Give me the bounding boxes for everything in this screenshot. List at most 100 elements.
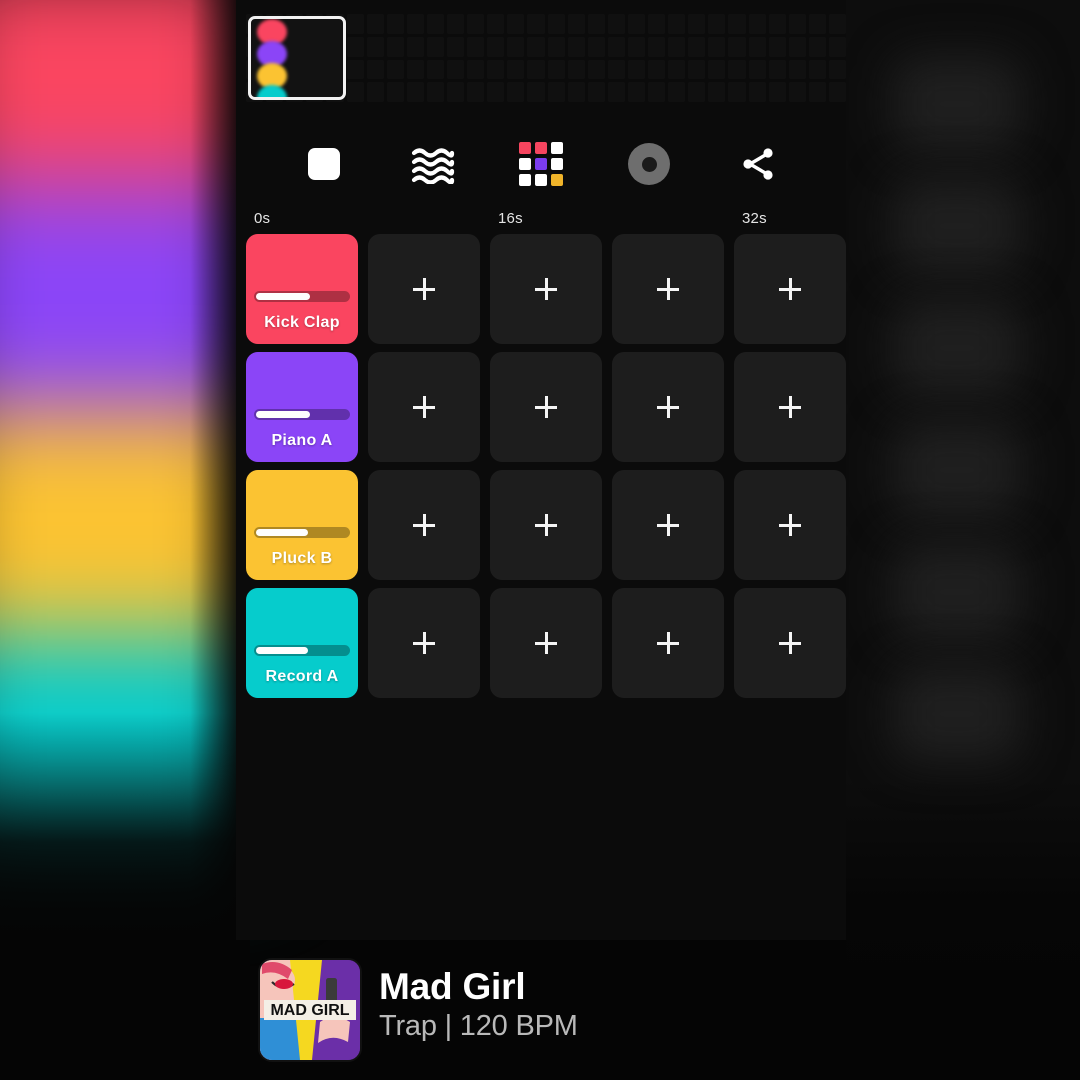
minimap-cell bbox=[748, 82, 766, 102]
song-title: Mad Girl bbox=[379, 966, 526, 1007]
minimap-cell bbox=[467, 14, 485, 34]
add-loop-cell[interactable] bbox=[734, 470, 846, 580]
add-loop-cell[interactable] bbox=[612, 588, 724, 698]
minimap-cell bbox=[748, 14, 766, 34]
grid-pad-square bbox=[518, 142, 531, 154]
minimap-cell bbox=[607, 36, 625, 57]
minimap-cell bbox=[406, 36, 424, 57]
loop-tile[interactable]: Piano A bbox=[246, 352, 358, 462]
minimap-cell bbox=[346, 36, 364, 57]
add-loop-cell[interactable] bbox=[612, 470, 724, 580]
loop-progress-fill bbox=[256, 411, 310, 418]
ruler-tick: 16s bbox=[498, 210, 523, 227]
minimap-cell bbox=[447, 82, 465, 102]
minimap-cell bbox=[366, 14, 384, 34]
loop-label: Record A bbox=[265, 668, 339, 685]
minimap-cell bbox=[386, 36, 404, 57]
add-loop-cell[interactable] bbox=[490, 470, 602, 580]
loop-progress-bar[interactable] bbox=[254, 291, 350, 302]
add-loop-cell[interactable] bbox=[734, 234, 846, 344]
minimap-cell bbox=[467, 59, 485, 80]
timeline-minimap[interactable] bbox=[236, 0, 846, 118]
add-loop-cell[interactable] bbox=[490, 234, 602, 344]
minimap-cell bbox=[567, 59, 585, 80]
loop-progress-bar[interactable] bbox=[254, 527, 350, 538]
grid-pad-square bbox=[518, 158, 531, 170]
add-loop-cell[interactable] bbox=[368, 234, 480, 344]
minimap-cell bbox=[627, 59, 645, 80]
minimap-cell bbox=[567, 82, 585, 102]
minimap-cell bbox=[788, 36, 806, 57]
minimap-cell bbox=[627, 82, 645, 102]
add-loop-cell[interactable] bbox=[490, 588, 602, 698]
add-loop-cell[interactable] bbox=[490, 352, 602, 462]
track-meta: Mad Girl Trap | 120 BPM bbox=[379, 966, 578, 1045]
loop-progress-bar[interactable] bbox=[254, 645, 350, 656]
minimap-cell bbox=[567, 36, 585, 57]
add-loop-cell[interactable] bbox=[612, 234, 724, 344]
minimap-cell bbox=[768, 59, 786, 80]
add-loop-cell[interactable] bbox=[612, 352, 724, 462]
minimap-cell bbox=[607, 82, 625, 102]
minimap-cell bbox=[728, 14, 746, 34]
loop-label: Kick Clap bbox=[264, 314, 340, 331]
minimap-cell bbox=[828, 14, 846, 34]
app-screen: 0s 16s 32s Kick Clap Piano A Pluck B Record A… bbox=[0, 0, 1080, 1080]
minimap-cell bbox=[487, 59, 505, 80]
minimap-cell bbox=[467, 36, 485, 57]
minimap-cell bbox=[748, 36, 766, 57]
minimap-cell bbox=[507, 59, 525, 80]
main-panel: 0s 16s 32s Kick Clap Piano A Pluck B Record A bbox=[236, 0, 846, 940]
minimap-cell bbox=[828, 36, 846, 57]
minimap-cell bbox=[788, 14, 806, 34]
minimap-cell bbox=[708, 59, 726, 80]
loop-tile[interactable]: Pluck B bbox=[246, 470, 358, 580]
grid-pads-icon[interactable] bbox=[513, 136, 569, 192]
add-loop-cell[interactable] bbox=[368, 470, 480, 580]
track-row: Piano A bbox=[246, 352, 846, 462]
minimap-cell bbox=[587, 36, 605, 57]
track-row: Record A bbox=[246, 588, 846, 698]
grid-pad-square bbox=[550, 174, 563, 186]
loop-progress-bar[interactable] bbox=[254, 409, 350, 420]
minimap-cell bbox=[567, 14, 585, 34]
fx-waves-icon[interactable] bbox=[405, 136, 461, 192]
minimap-cell bbox=[447, 14, 465, 34]
minimap-cell bbox=[607, 14, 625, 34]
minimap-cell bbox=[627, 36, 645, 57]
add-loop-cell[interactable] bbox=[368, 352, 480, 462]
stop-icon[interactable] bbox=[296, 136, 352, 192]
loop-label: Piano A bbox=[271, 432, 333, 449]
add-loop-cell[interactable] bbox=[368, 588, 480, 698]
minimap-cell bbox=[688, 59, 706, 80]
minimap-cell bbox=[406, 14, 424, 34]
minimap-cell bbox=[708, 36, 726, 57]
artwork-text: MAD GIRL bbox=[270, 1002, 349, 1019]
background-blur-right bbox=[846, 0, 1080, 1080]
loop-label: Pluck B bbox=[271, 550, 333, 567]
minimap-cell bbox=[768, 14, 786, 34]
minimap-cell bbox=[627, 14, 645, 34]
minimap-viewport[interactable] bbox=[248, 16, 346, 100]
minimap-cell bbox=[708, 14, 726, 34]
track-row: Pluck B bbox=[246, 470, 846, 580]
record-icon[interactable] bbox=[621, 136, 677, 192]
loop-progress-fill bbox=[256, 293, 310, 300]
minimap-cell bbox=[547, 14, 565, 34]
minimap-cell bbox=[587, 59, 605, 80]
minimap-cell bbox=[668, 59, 686, 80]
background-blur-left bbox=[0, 0, 260, 860]
loop-tile[interactable]: Kick Clap bbox=[246, 234, 358, 344]
minimap-cell bbox=[788, 59, 806, 80]
share-icon[interactable] bbox=[730, 136, 786, 192]
minimap-cell bbox=[426, 36, 444, 57]
minimap-cell bbox=[708, 82, 726, 102]
add-loop-cell[interactable] bbox=[734, 588, 846, 698]
album-artwork: MAD GIRL bbox=[258, 958, 362, 1062]
add-loop-cell[interactable] bbox=[734, 352, 846, 462]
loop-tile[interactable]: Record A bbox=[246, 588, 358, 698]
minimap-cell bbox=[828, 82, 846, 102]
minimap-cell bbox=[507, 82, 525, 102]
ruler-tick: 0s bbox=[254, 210, 271, 227]
minimap-cell bbox=[668, 82, 686, 102]
